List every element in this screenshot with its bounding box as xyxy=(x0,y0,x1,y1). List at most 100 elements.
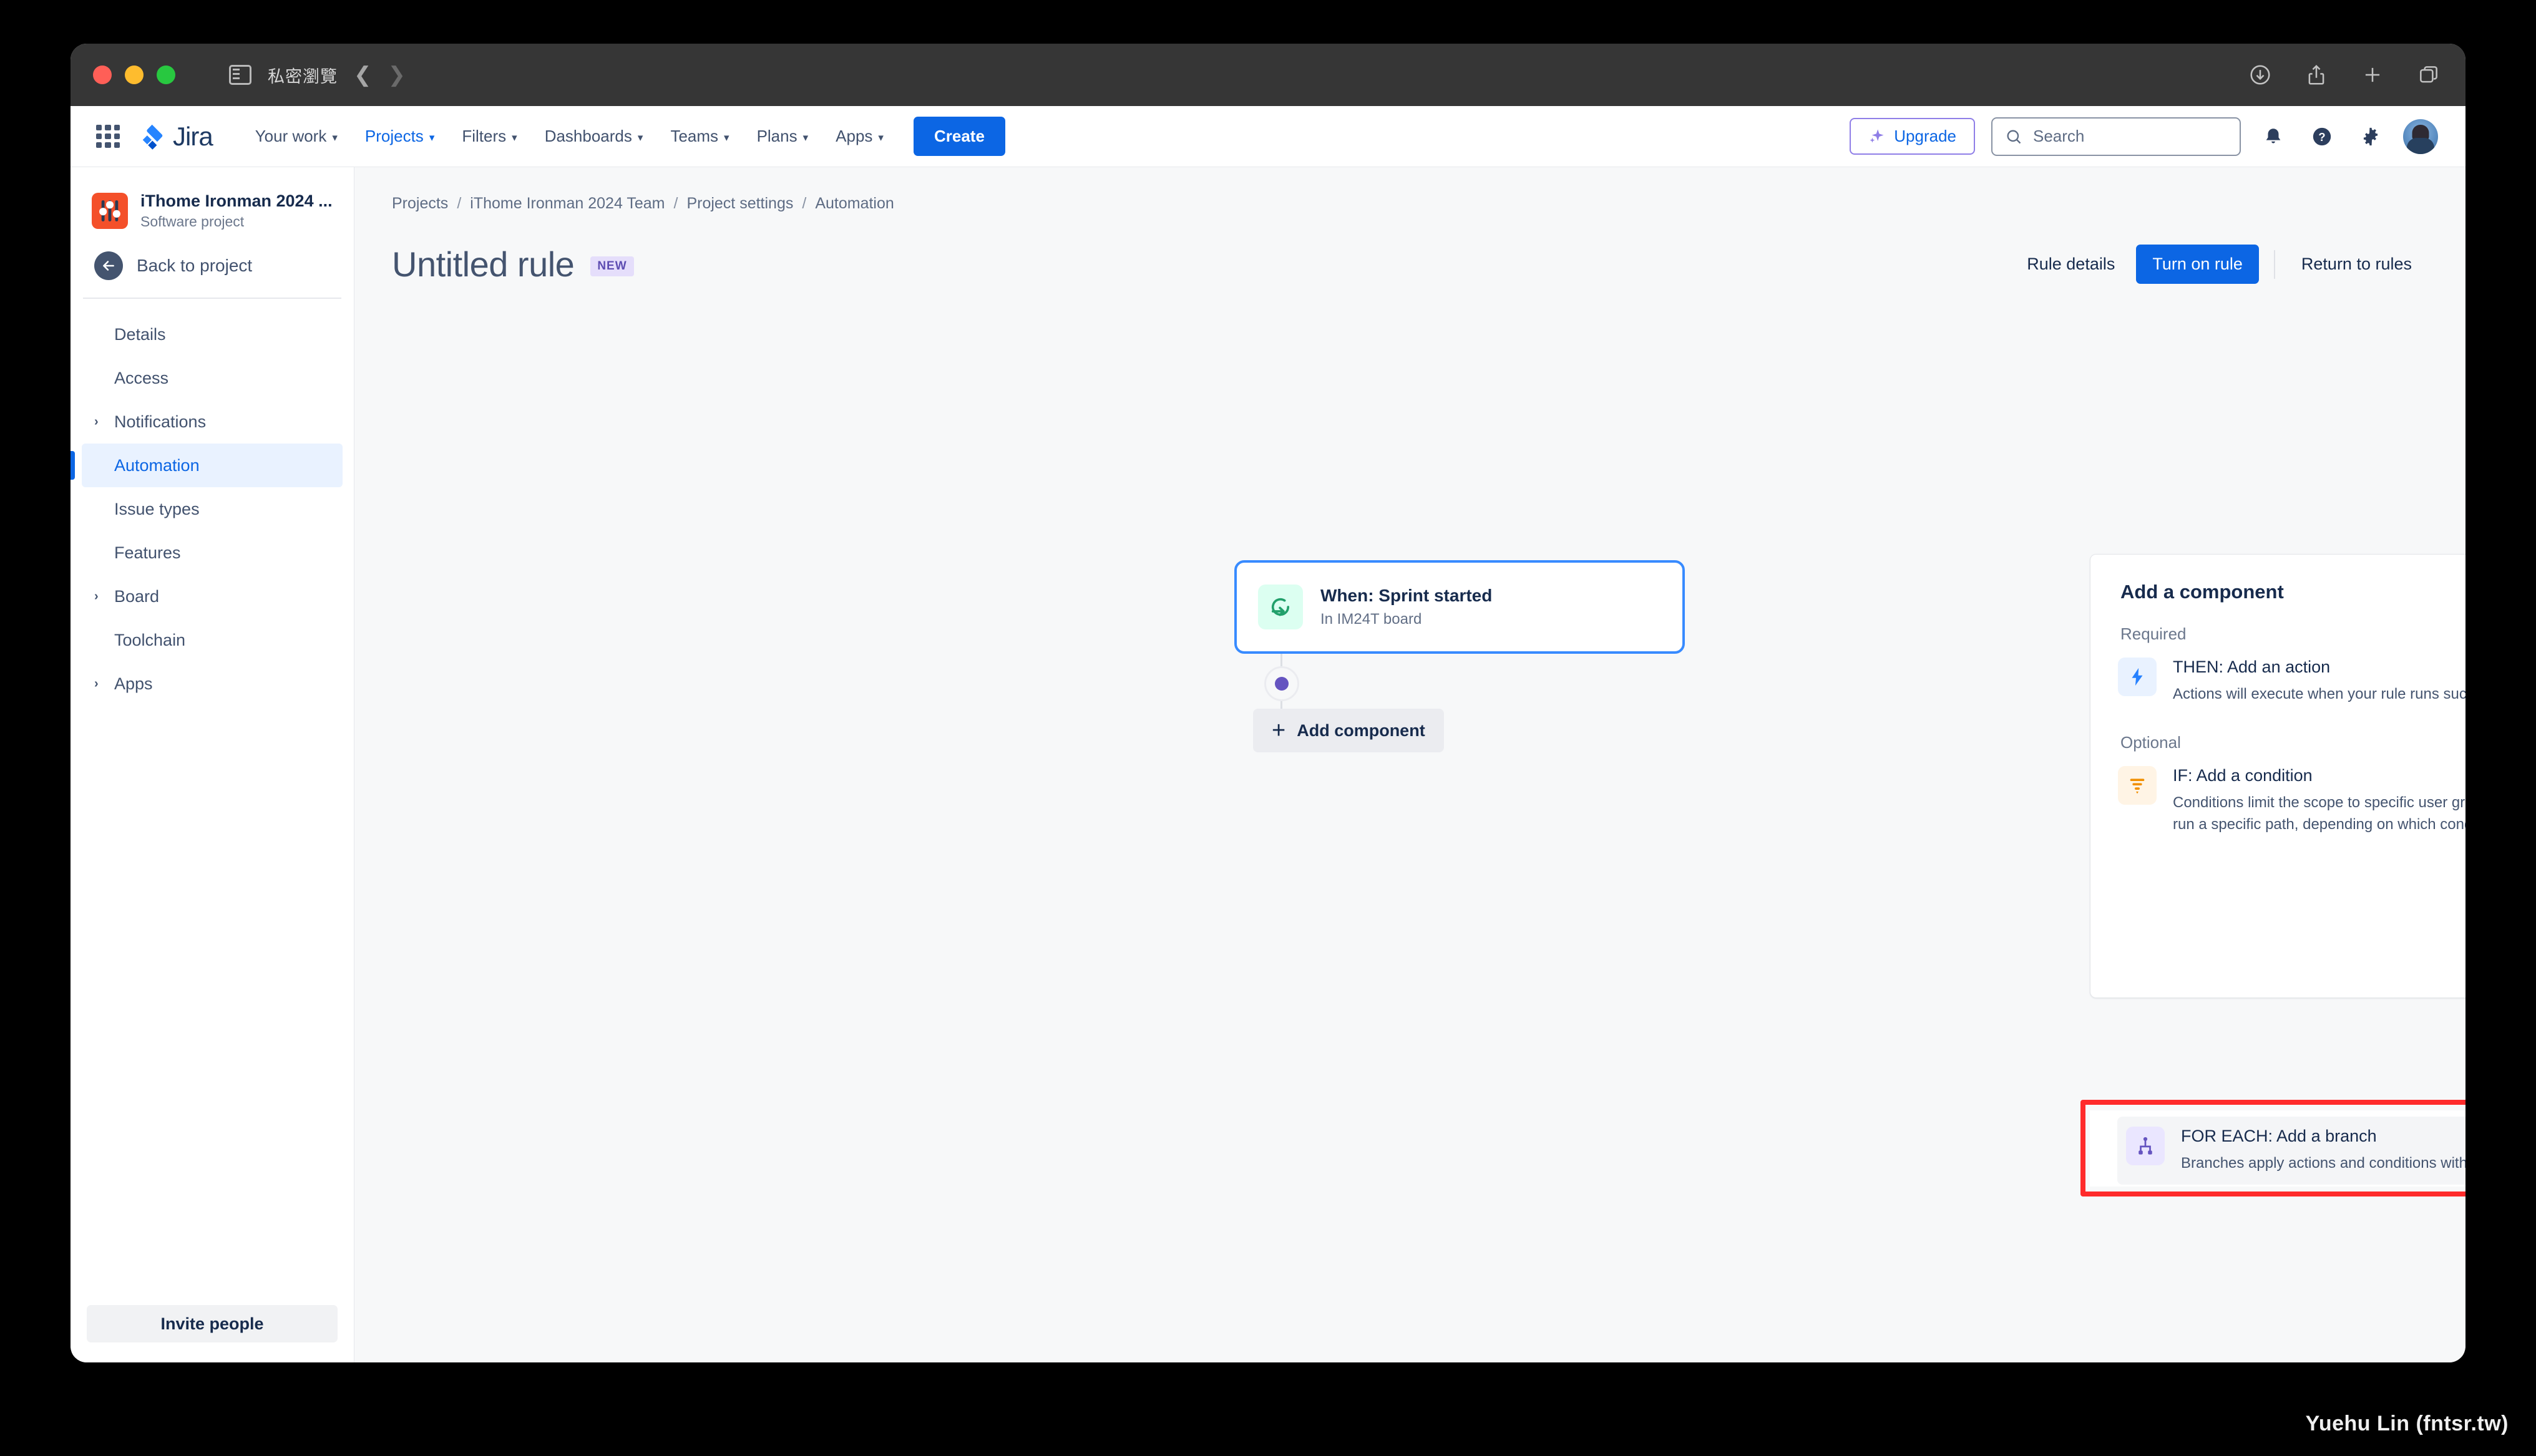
arrow-left-icon xyxy=(94,251,123,281)
return-to-rules-button[interactable]: Return to rules xyxy=(2285,245,2428,284)
breadcrumb-project-settings[interactable]: Project settings xyxy=(686,195,793,213)
browser-titlebar: 私密瀏覽 ❮ ❯ xyxy=(71,44,2465,106)
sidebar-item-automation[interactable]: Automation xyxy=(71,444,343,488)
branch-icon xyxy=(2126,1127,2165,1165)
sidebar-divider xyxy=(83,298,341,299)
sidebar-item-access[interactable]: Access xyxy=(82,356,343,400)
jira-home-logo[interactable]: Jira xyxy=(138,122,213,152)
watermark: Yuehu Lin (fntsr.tw) xyxy=(2305,1412,2509,1435)
gear-icon xyxy=(2363,127,2378,145)
lightning-bolt-icon xyxy=(2118,658,2157,696)
panel-title: Add a component xyxy=(2120,581,2284,603)
create-button[interactable]: Create xyxy=(913,117,1005,156)
downloads-icon[interactable] xyxy=(2248,63,2272,87)
svg-text:?: ? xyxy=(2318,130,2325,143)
status-badge: NEW xyxy=(590,256,634,276)
browser-back-button[interactable]: ❮ xyxy=(354,64,372,85)
nav-label: Dashboards xyxy=(544,127,632,145)
chevron-down-icon: ▾ xyxy=(724,132,729,143)
page-title[interactable]: Untitled rule xyxy=(392,244,575,284)
minimize-window-button[interactable] xyxy=(125,66,144,84)
search-icon xyxy=(2007,130,2021,143)
nav-label: Your work xyxy=(255,127,327,145)
close-window-button[interactable] xyxy=(93,66,112,84)
sidebar-item-label: Toolchain xyxy=(114,630,186,649)
trigger-card[interactable]: When: Sprint started In IM24T board xyxy=(1234,560,1685,654)
turn-on-rule-button[interactable]: Turn on rule xyxy=(2136,245,2259,284)
add-component-label: Add component xyxy=(1297,721,1425,740)
invite-people-button[interactable]: Invite people xyxy=(87,1305,338,1342)
back-to-project-label: Back to project xyxy=(137,256,253,276)
trigger-subtitle: In IM24T board xyxy=(1320,611,1422,628)
breadcrumb-separator: / xyxy=(802,195,807,212)
help-icon: ? xyxy=(2313,127,2331,145)
sidebar-toggle-icon[interactable] xyxy=(229,65,251,85)
nav-label: Plans xyxy=(756,127,797,145)
upgrade-button[interactable]: Upgrade xyxy=(1850,118,1975,155)
settings-button[interactable] xyxy=(2354,120,2387,153)
nav-item-dashboards[interactable]: Dashboards ▾ xyxy=(531,118,657,155)
app-switcher-icon[interactable] xyxy=(94,123,122,150)
trigger-title: When: Sprint started xyxy=(1320,586,1493,605)
share-icon[interactable] xyxy=(2304,63,2328,87)
sidebar-item-toolchain[interactable]: Toolchain xyxy=(82,618,343,662)
help-button[interactable]: ? xyxy=(2306,120,2338,153)
sidebar-item-features[interactable]: Features xyxy=(82,531,343,575)
project-name: iThome Ironman 2024 ... xyxy=(140,192,333,210)
tab-overview-icon[interactable] xyxy=(2417,63,2441,87)
main-content: Projects / iThome Ironman 2024 Team / Pr… xyxy=(354,167,2465,1362)
nav-item-apps[interactable]: Apps ▾ xyxy=(822,118,897,155)
maximize-window-button[interactable] xyxy=(157,66,175,84)
nav-item-teams[interactable]: Teams ▾ xyxy=(656,118,743,155)
project-type: Software project xyxy=(140,213,245,230)
nav-item-plans[interactable]: Plans ▾ xyxy=(743,118,822,155)
project-header[interactable]: iThome Ironman 2024 ... Software project xyxy=(71,185,354,234)
sidebar-item-details[interactable]: Details xyxy=(82,313,343,356)
plus-icon: + xyxy=(1272,717,1286,744)
nav-item-your-work[interactable]: Your work ▾ xyxy=(241,118,351,155)
private-browsing-label: 私密瀏覽 xyxy=(268,67,338,86)
nav-item-filters[interactable]: Filters ▾ xyxy=(448,118,530,155)
global-navigation: Jira Your work ▾ Projects ▾ Filters ▾ Da… xyxy=(71,106,2465,167)
sidebar-item-label: Features xyxy=(114,543,181,562)
search-input[interactable]: Search xyxy=(1991,117,2241,156)
chevron-right-icon: › xyxy=(94,677,99,691)
component-option-if-condition[interactable]: IF: Add a condition Conditions limit the… xyxy=(2090,752,2465,842)
sidebar-item-notifications[interactable]: › Notifications xyxy=(82,400,343,444)
sidebar-item-label: Automation xyxy=(114,455,200,475)
window-controls xyxy=(93,66,175,84)
sidebar-item-board[interactable]: › Board xyxy=(82,575,343,618)
panel-section-optional-label: Optional xyxy=(2120,732,2181,752)
component-option-for-each-branch[interactable]: FOR EACH: Add a branch Branches apply ac… xyxy=(2090,1110,2465,1187)
rule-details-button[interactable]: Rule details xyxy=(2011,245,2131,284)
notifications-button[interactable] xyxy=(2257,120,2290,153)
sparkle-icon xyxy=(1870,129,1884,143)
browser-forward-button[interactable]: ❯ xyxy=(388,64,406,85)
sidebar-item-label: Details xyxy=(114,324,166,344)
connector-node[interactable] xyxy=(1264,666,1299,701)
breadcrumb-automation[interactable]: Automation xyxy=(815,195,894,213)
component-title: FOR EACH: Add a branch xyxy=(2181,1127,2377,1145)
sidebar-item-issue-types[interactable]: Issue types xyxy=(82,487,343,531)
breadcrumb-project[interactable]: iThome Ironman 2024 Team xyxy=(470,195,665,213)
divider xyxy=(2273,250,2275,279)
add-component-button[interactable]: + Add component xyxy=(1253,709,1444,752)
connector-dot xyxy=(1275,677,1289,691)
breadcrumb-projects[interactable]: Projects xyxy=(392,195,448,213)
chevron-down-icon: ▾ xyxy=(429,132,435,143)
new-tab-icon[interactable] xyxy=(2361,63,2384,87)
nav-label: Projects xyxy=(364,127,424,145)
nav-label: Apps xyxy=(836,127,873,145)
sidebar-item-apps[interactable]: › Apps xyxy=(82,662,343,706)
nav-label: Teams xyxy=(670,127,719,145)
add-component-panel: Add a component Required THEN: Add an ac… xyxy=(2090,554,2465,998)
breadcrumb-separator: / xyxy=(673,195,678,212)
page-header: Untitled rule NEW Rule details Turn on r… xyxy=(354,213,2465,284)
nav-item-projects[interactable]: Projects ▾ xyxy=(351,118,448,155)
back-to-project-button[interactable]: Back to project xyxy=(71,234,354,296)
avatar[interactable] xyxy=(2403,119,2438,154)
sidebar-item-label: Notifications xyxy=(114,412,207,431)
component-title: IF: Add a condition xyxy=(2173,765,2313,785)
breadcrumb-separator: / xyxy=(457,195,462,212)
component-option-then-action[interactable]: THEN: Add an action Actions will execute… xyxy=(2090,644,2465,712)
